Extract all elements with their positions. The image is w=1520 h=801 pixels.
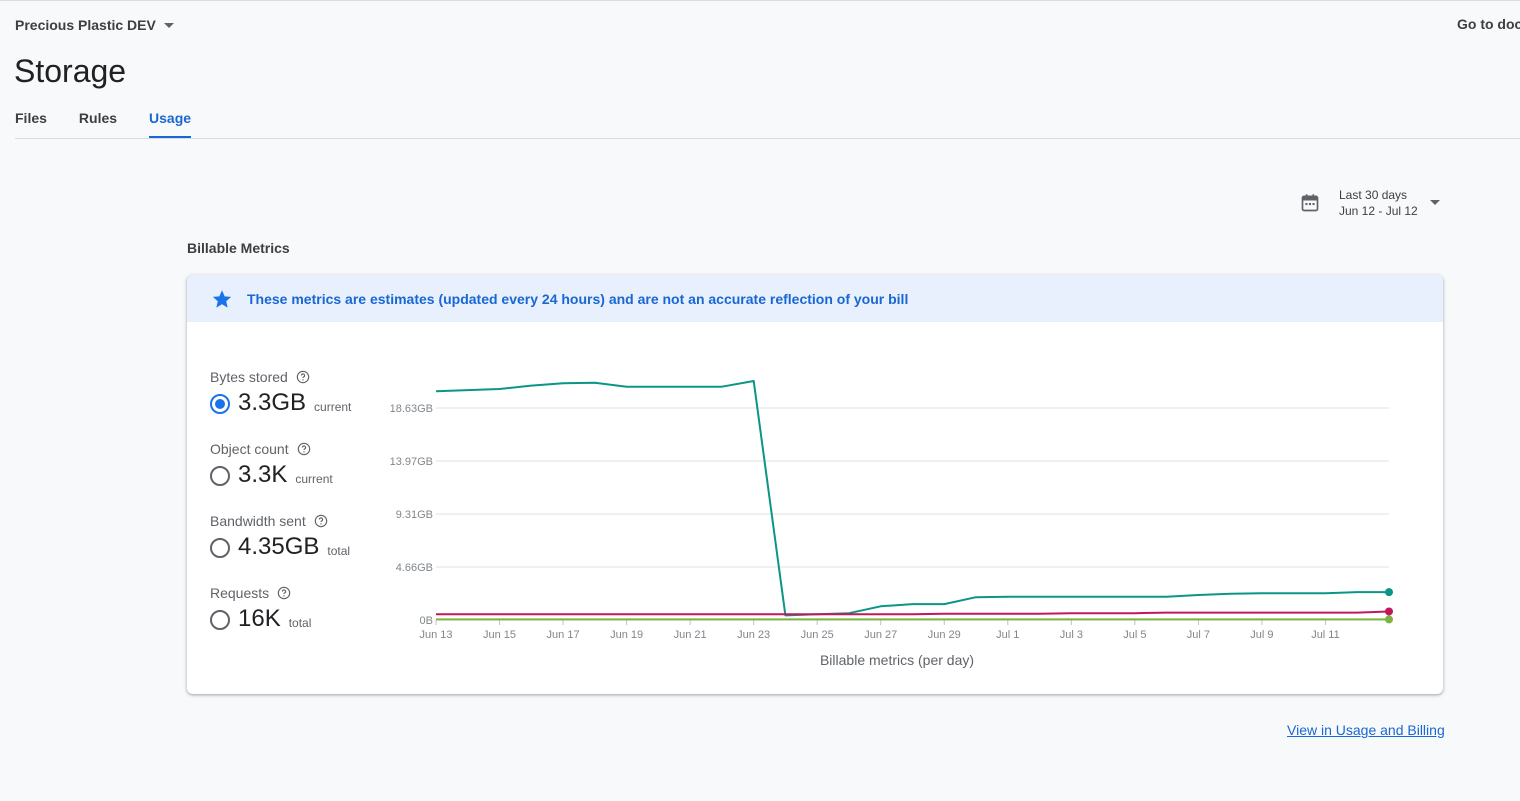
x-tick-label: Jun 15 [483,629,516,641]
x-tick-label: Jun 25 [801,629,834,641]
y-tick-label: 13.97GB [390,456,433,468]
x-tick-label: Jul 1 [996,629,1019,641]
x-tick-label: Jul 9 [1250,629,1273,641]
x-axis-title: Billable metrics (per day) [820,652,974,668]
page-title: Storage [14,53,127,89]
series-end-point-1 [1385,607,1393,616]
x-tick-label: Jul 7 [1187,629,1210,641]
x-tick-label: Jun 17 [547,629,580,641]
chevron-down-icon [163,22,174,28]
tab-bar: Files Rules Usage [15,108,192,139]
y-tick-label: 9.31GB [396,509,433,521]
x-tick-label: Jun 27 [864,629,897,641]
calendar-icon [1301,194,1319,212]
tab-files[interactable]: Files [15,108,47,139]
series-line-1 [436,610,1390,616]
x-tick-label: Jun 21 [674,629,707,641]
billable-metrics-chart: 0B 4.66GB 9.31GB 13.97GB 18.63GB Jun 13 Jun 1… [390,380,1393,668]
x-tick-label: Jul 11 [1311,629,1340,641]
section-label: Billable Metrics [187,240,290,256]
y-tick-label: 18.63GB [390,403,433,415]
series-end-point-2 [1385,615,1393,624]
date-range-dates: Jun 12 - Jul 12 [1339,204,1418,218]
tab-rules[interactable]: Rules [79,108,117,139]
tab-usage[interactable]: Usage [149,108,192,139]
series-end-point-0 [1385,588,1393,597]
x-tick-label: Jul 5 [1123,629,1146,641]
top-border [0,0,1520,1]
project-name: Precious Plastic DEV [15,17,156,33]
x-tick-label: Jun 19 [610,629,643,641]
project-selector[interactable]: Precious Plastic DEV [15,16,174,34]
date-range-label: Last 30 days [1339,188,1408,202]
x-tick-label: Jun 13 [419,629,452,641]
metrics-card: These metrics are estimates (updated eve… [187,275,1443,694]
y-tick-label: 4.66GB [396,562,433,574]
x-tick-label: Jun 23 [737,629,770,641]
chevron-down-icon [1429,199,1440,205]
go-to-docs-link[interactable]: Go to docs [1457,16,1520,32]
date-range-selector[interactable]: Last 30 days Jun 12 - Jul 12 [1300,187,1440,219]
y-tick-label: 0B [420,615,433,627]
x-tick-label: Jun 29 [928,629,961,641]
tab-divider [15,138,1520,139]
x-tick-label: Jul 3 [1060,629,1083,641]
series-line-0 [435,380,1389,617]
view-usage-billing-link[interactable]: View in Usage and Billing [1287,722,1445,738]
